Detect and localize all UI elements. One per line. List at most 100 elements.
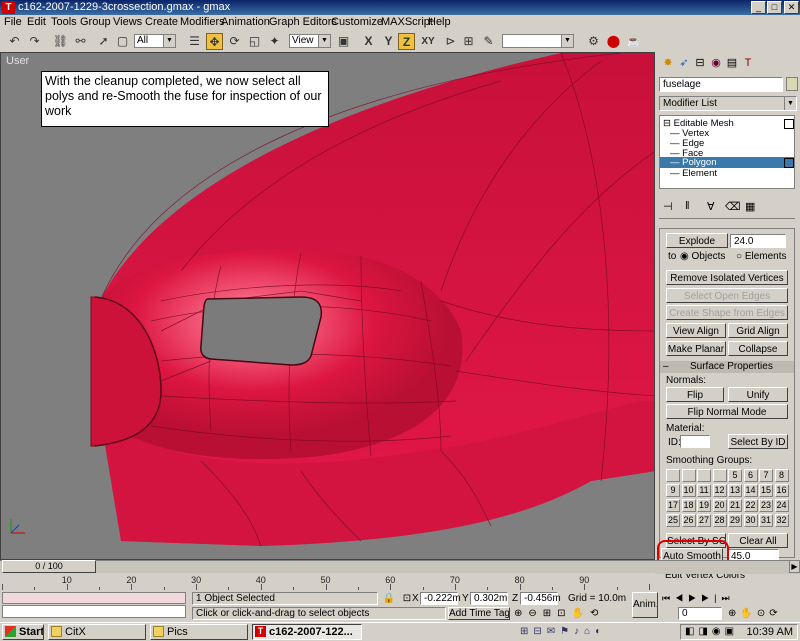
smoothing-group-1[interactable] (666, 469, 680, 482)
transform-center-icon[interactable]: ▣ (335, 33, 352, 50)
z-coordinate-field[interactable]: -0.456m (520, 592, 561, 605)
grid-align-button[interactable]: Grid Align (728, 323, 788, 338)
align-icon[interactable]: ⊞ (460, 33, 477, 50)
material-editor-icon[interactable]: ⚙ (585, 33, 602, 50)
create-shape-from-edges-button[interactable]: Create Shape from Edges (666, 305, 788, 320)
teapot-icon[interactable]: ☕ (625, 33, 642, 50)
smoothing-group-22[interactable]: 22 (743, 499, 758, 512)
animate-button[interactable]: Anim. (632, 592, 658, 618)
smoothing-group-32[interactable]: 32 (774, 514, 789, 527)
task-citx[interactable]: CitX (48, 624, 146, 640)
menu-customize[interactable]: Customize (331, 16, 383, 28)
elements-radio[interactable]: ○ Elements (736, 251, 787, 262)
pin-stack-icon[interactable]: ⊣ (663, 200, 673, 213)
axis-z-button[interactable]: Z (398, 33, 415, 50)
maxscript-listener-pink[interactable] (2, 592, 186, 604)
viewport-nav-icons[interactable]: ⊕⊖⊞⊡✋⟲ (514, 607, 634, 620)
ref-coord-dropdown[interactable]: View ▼ (289, 34, 331, 48)
smoothing-group-28[interactable]: 28 (712, 514, 727, 527)
named-selection-icon[interactable]: ✎ (480, 33, 497, 50)
configure-sets-icon[interactable]: ▦ (745, 200, 755, 213)
smoothing-group-3[interactable] (697, 469, 711, 482)
object-color-swatch[interactable] (786, 77, 798, 91)
view-align-button[interactable]: View Align (666, 323, 726, 338)
smoothing-group-16[interactable]: 16 (774, 484, 789, 497)
start-button[interactable]: Start (2, 624, 44, 640)
time-slider[interactable]: 0 / 100 (2, 560, 96, 573)
make-planar-button[interactable]: Make Planar (666, 341, 726, 356)
smoothing-group-9[interactable]: 9 (666, 484, 680, 497)
smoothing-group-25[interactable]: 25 (666, 514, 680, 527)
undo-icon[interactable]: ↶ (6, 33, 23, 50)
show-end-result-icon[interactable]: ‖ (685, 200, 690, 212)
smoothing-group-13[interactable]: 13 (728, 484, 742, 497)
stack-item-polygon[interactable]: — Polygon (660, 157, 794, 168)
named-selection-dropdown[interactable]: ▼ (502, 34, 574, 48)
select-arrow-icon[interactable]: ➚ (95, 33, 112, 50)
clear-all-button[interactable]: Clear All (728, 533, 788, 548)
smoothing-group-23[interactable]: 23 (759, 499, 773, 512)
make-unique-icon[interactable]: ∀ (707, 200, 715, 213)
y-coordinate-field[interactable]: 0.302m (470, 592, 508, 605)
menu-tools[interactable]: Tools (51, 16, 77, 28)
menu-edit[interactable]: Edit (27, 16, 46, 28)
axis-y-button[interactable]: Y (380, 33, 397, 50)
smoothing-group-17[interactable]: 17 (666, 499, 680, 512)
slider-next-icon[interactable]: ▶ (789, 560, 800, 573)
time-slider-track[interactable] (0, 560, 800, 574)
stack-item-element[interactable]: — Element (670, 168, 717, 179)
menu-file[interactable]: File (4, 16, 22, 28)
utilities-tab-icon[interactable]: T (741, 56, 755, 70)
select-by-id-button[interactable]: Select By ID (728, 434, 788, 449)
surface-properties-header[interactable]: – Surface Properties (660, 361, 794, 373)
quicklaunch-tray-icons[interactable]: ⊞⊟✉⚑♪⌂◐ (520, 626, 670, 638)
motion-tab-icon[interactable]: ◉ (709, 56, 723, 70)
smoothing-group-5[interactable]: 5 (728, 469, 742, 482)
menu-views[interactable]: Views (113, 16, 142, 28)
smoothing-group-24[interactable]: 24 (774, 499, 789, 512)
object-name-field[interactable]: fuselage (659, 77, 783, 92)
x-coordinate-field[interactable]: -0.222m (420, 592, 461, 605)
fuselage-mesh[interactable] (1, 53, 655, 560)
stack-toggle-icon[interactable] (784, 119, 794, 129)
select-open-edges-button[interactable]: Select Open Edges (666, 288, 788, 303)
menu-create[interactable]: Create (145, 16, 178, 28)
current-frame-field[interactable]: 0 (678, 607, 722, 620)
select-region-icon[interactable]: ▢ (114, 33, 131, 50)
axis-x-button[interactable]: X (360, 33, 377, 50)
smoothing-group-30[interactable]: 30 (743, 514, 758, 527)
lock-selection-icon[interactable]: 🔒 (382, 592, 396, 605)
maxscript-listener-white[interactable] (2, 605, 186, 618)
smoothing-group-20[interactable]: 20 (712, 499, 727, 512)
close-button[interactable]: ✕ (784, 1, 799, 14)
explode-button[interactable]: Explode (666, 233, 728, 248)
task-gmax[interactable]: Tc162-2007-122... (252, 624, 362, 640)
unify-button[interactable]: Unify (728, 387, 788, 402)
remove-isolated-vertices-button[interactable]: Remove Isolated Vertices (666, 270, 788, 285)
pivot-icon[interactable]: ✦ (266, 33, 283, 50)
smoothing-group-10[interactable]: 10 (681, 484, 696, 497)
menu-group[interactable]: Group (80, 16, 111, 28)
maximize-button[interactable]: □ (767, 1, 782, 14)
modify-tab-icon[interactable]: ➶ (677, 56, 691, 70)
hierarchy-tab-icon[interactable]: ⊟ (693, 56, 707, 70)
smoothing-group-7[interactable]: 7 (759, 469, 773, 482)
smoothing-group-19[interactable]: 19 (697, 499, 711, 512)
scale-icon[interactable]: ◱ (246, 33, 263, 50)
add-time-tag-button[interactable]: Add Time Tag (448, 607, 510, 620)
smoothing-group-11[interactable]: 11 (697, 484, 711, 497)
menu-maxscript[interactable]: MAXScript (381, 16, 433, 28)
smoothing-group-2[interactable] (681, 469, 696, 482)
task-pics[interactable]: Pics (150, 624, 248, 640)
flip-normal-mode-button[interactable]: Flip Normal Mode (666, 404, 788, 419)
smoothing-group-18[interactable]: 18 (681, 499, 696, 512)
flip-button[interactable]: Flip (666, 387, 724, 402)
viewport-user[interactable]: User With the cleanup completed, we now … (0, 52, 655, 560)
viewport-label[interactable]: User (6, 55, 29, 67)
smoothing-group-26[interactable]: 26 (681, 514, 696, 527)
smoothing-group-14[interactable]: 14 (743, 484, 758, 497)
smoothing-group-21[interactable]: 21 (728, 499, 742, 512)
track-bar[interactable]: 10 20 30 40 50 60 70 80 90 (0, 573, 655, 591)
stack-toggle-icon[interactable] (784, 158, 794, 168)
material-id-spinner[interactable] (680, 435, 710, 448)
